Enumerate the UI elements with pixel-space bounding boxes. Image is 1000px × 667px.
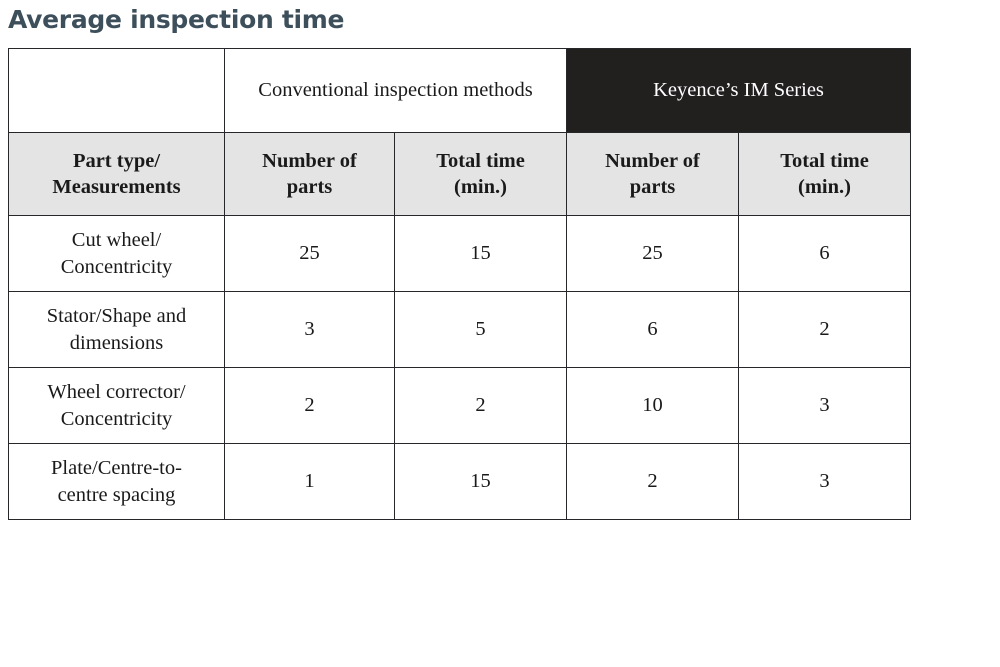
cell-plate-keyence-time: 3 xyxy=(738,443,912,520)
column-header-keyence-parts: Number of parts xyxy=(566,132,740,216)
column-header-keyence-parts-line2: parts xyxy=(629,176,676,198)
cell-wheel-corrector-keyence-time: 3 xyxy=(738,367,912,444)
row-label-wheel-corrector: Wheel corrector/ Concentricity xyxy=(8,367,225,444)
cell-cut-wheel-keyence-parts: 25 xyxy=(566,215,740,292)
inspection-table-container: Conventional inspection methods Keyence’… xyxy=(8,48,912,520)
table-row: Stator/Shape and dimensions 3 5 6 2 xyxy=(8,291,912,368)
cell-cut-wheel-keyence-time: 6 xyxy=(738,215,912,292)
row-label-plate: Plate/Centre-to- centre spacing xyxy=(8,443,225,520)
cell-wheel-corrector-conventional-time: 2 xyxy=(393,367,568,444)
page-root: Average inspection time Conventional ins… xyxy=(0,0,1000,667)
table-column-header-row: Part type/ Measurements Number of parts … xyxy=(8,132,912,216)
table-row: Plate/Centre-to- centre spacing 1 15 2 3 xyxy=(8,443,912,520)
row-label-stator: Stator/Shape and dimensions xyxy=(8,291,225,368)
cell-wheel-corrector-keyence-parts: 10 xyxy=(566,367,740,444)
group-header-keyence: Keyence’s IM Series xyxy=(566,48,912,133)
cell-plate-keyence-parts: 2 xyxy=(566,443,740,520)
row-label-wheel-corrector-line1: Wheel corrector/ xyxy=(47,381,186,404)
header-corner-blank xyxy=(8,48,225,133)
column-header-conventional-time-line1: Total time xyxy=(436,149,525,172)
cell-stator-conventional-time: 5 xyxy=(393,291,568,368)
cell-cut-wheel-conventional-parts: 25 xyxy=(224,215,395,292)
table-row: Wheel corrector/ Concentricity 2 2 10 3 xyxy=(8,367,912,444)
cell-plate-conventional-time: 15 xyxy=(393,443,568,520)
column-header-keyence-time-line1: Total time xyxy=(780,149,869,172)
column-header-conventional-parts-line2: parts xyxy=(286,176,333,198)
page-title: Average inspection time xyxy=(8,5,345,34)
cell-plate-conventional-parts: 1 xyxy=(224,443,395,520)
column-header-keyence-time: Total time (min.) xyxy=(738,132,912,216)
column-header-conventional-time-line2: (min.) xyxy=(454,176,507,198)
table-row: Cut wheel/ Concentricity 25 15 25 6 xyxy=(8,215,912,292)
cell-stator-keyence-time: 2 xyxy=(738,291,912,368)
cell-wheel-corrector-conventional-parts: 2 xyxy=(224,367,395,444)
column-header-part-type-line1: Part type/ xyxy=(72,149,161,172)
column-header-part-type: Part type/ Measurements xyxy=(8,132,225,216)
column-header-keyence-time-line2: (min.) xyxy=(798,176,851,198)
column-header-part-type-line2: Measurements xyxy=(52,176,181,198)
row-label-plate-line1: Plate/Centre-to- xyxy=(51,457,182,480)
column-header-keyence-parts-line1: Number of xyxy=(605,149,700,172)
row-label-stator-line2: dimensions xyxy=(69,331,164,354)
column-header-conventional-parts-line1: Number of xyxy=(262,149,357,172)
cell-cut-wheel-conventional-time: 15 xyxy=(393,215,568,292)
group-header-conventional: Conventional inspection methods xyxy=(223,48,568,133)
column-header-conventional-time: Total time (min.) xyxy=(393,132,568,216)
cell-stator-keyence-parts: 6 xyxy=(566,291,740,368)
row-label-cut-wheel: Cut wheel/ Concentricity xyxy=(8,215,225,292)
row-label-wheel-corrector-line2: Concentricity xyxy=(60,407,173,430)
row-label-cut-wheel-line2: Concentricity xyxy=(60,255,173,278)
row-label-stator-line1: Stator/Shape and xyxy=(46,305,187,328)
average-inspection-time-table: Conventional inspection methods Keyence’… xyxy=(8,48,912,520)
table-group-header-row: Conventional inspection methods Keyence’… xyxy=(8,48,912,133)
cell-stator-conventional-parts: 3 xyxy=(224,291,395,368)
row-label-plate-line2: centre spacing xyxy=(57,483,176,506)
column-header-conventional-parts: Number of parts xyxy=(224,132,395,216)
row-label-cut-wheel-line1: Cut wheel/ xyxy=(71,229,162,252)
